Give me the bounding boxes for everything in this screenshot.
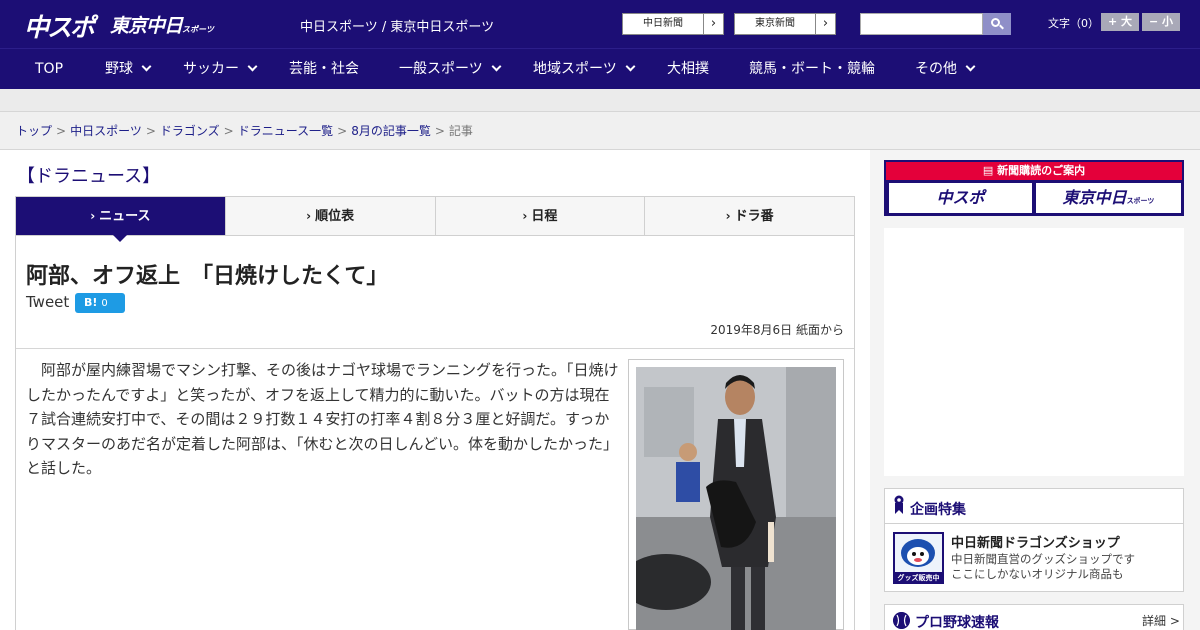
subscribe-tokyo-chunichi-sub: スポーツ	[1126, 197, 1155, 205]
ribbon-icon	[894, 495, 904, 514]
chevron-down-icon	[965, 61, 976, 72]
nav-label: TOP	[35, 61, 64, 77]
chevron-right-icon: ›	[703, 14, 723, 34]
nav-item-racing[interactable]: 競馬・ボート・競輪	[749, 49, 875, 90]
tab-news[interactable]: › ニュース	[16, 197, 226, 242]
advertisement-slot	[884, 228, 1184, 476]
nav-item-general-sports[interactable]: 一般スポーツ	[399, 49, 502, 90]
tab-label: ニュース	[99, 209, 151, 224]
sub-nav-band	[0, 89, 1200, 112]
tokyo-shimbun-link[interactable]: 東京新聞 ›	[734, 13, 836, 35]
nav-label: その他	[915, 61, 957, 77]
chevron-right-icon: ›	[522, 209, 528, 223]
chevron-right-icon: ›	[725, 209, 731, 223]
chevron-right-icon: ›	[815, 14, 835, 34]
tokyo-chunichi-logo[interactable]: 東京中日スポーツ	[110, 11, 214, 38]
breadcrumb: トップ > 中日スポーツ > ドラゴンズ > ドラニュース一覧 >8月の記事一覧 > 記事	[16, 122, 473, 139]
breadcrumb-separator: >	[56, 124, 67, 138]
chevron-down-icon	[625, 61, 636, 72]
tokyo-chunichi-logo-sub: スポーツ	[182, 25, 214, 34]
tab-standings[interactable]: › 順位表	[226, 197, 436, 235]
breadcrumb-separator: >	[434, 124, 445, 138]
main-nav: TOP 野球 サッカー 芸能・社会 一般スポーツ 地域スポーツ 大相撲 競馬・ボ…	[0, 48, 1200, 89]
shop-desc-line: ここにしかないオリジナル商品も	[951, 567, 1124, 581]
nav-label: サッカー	[183, 61, 239, 77]
subscription-banner-label: 新聞購読のご案内	[997, 164, 1086, 177]
article-dateline: 2019年8月6日 紙面から	[710, 323, 844, 337]
shop-thumb-label: グッズ販売中	[898, 573, 940, 582]
nav-label: 一般スポーツ	[399, 61, 483, 77]
newspaper-icon: ▤	[982, 164, 998, 177]
breadcrumb-separator: >	[145, 124, 156, 138]
nav-label: 野球	[105, 61, 133, 77]
nav-label: 芸能・社会	[289, 61, 359, 77]
tokyo-shimbun-label: 東京新聞	[755, 18, 795, 29]
breadcrumb-link[interactable]: 中日スポーツ	[70, 124, 142, 138]
nav-label: 大相撲	[667, 61, 709, 77]
tab-beat-reporter[interactable]: › ドラ番	[645, 197, 854, 235]
nav-item-sumo[interactable]: 大相撲	[667, 49, 709, 90]
site-name: 中日スポーツ / 東京中日スポーツ	[300, 20, 495, 35]
dragons-mascot-icon: グッズ販売中	[895, 534, 942, 582]
shop-desc-line: 中日新聞直営のグッズショップです	[951, 552, 1135, 566]
hatena-icon: B!	[84, 296, 98, 309]
player-photo-illustration	[636, 367, 836, 630]
nav-item-local-sports[interactable]: 地域スポーツ	[533, 49, 636, 90]
nav-label: 地域スポーツ	[533, 61, 617, 77]
nav-item-baseball[interactable]: 野球	[105, 49, 152, 90]
nav-item-other[interactable]: その他	[915, 49, 976, 90]
live-score-title: プロ野球速報	[915, 615, 999, 630]
subscription-banner-title: ▤ 新聞購読のご案内	[886, 162, 1182, 180]
dragons-shop-link[interactable]: 中日新聞ドラゴンズショップ	[951, 532, 1120, 551]
tab-schedule[interactable]: › 日程	[436, 197, 646, 235]
breadcrumb-separator: >	[223, 124, 234, 138]
tab-label: 日程	[531, 209, 558, 224]
breadcrumb-link[interactable]: トップ	[16, 124, 52, 138]
hatena-count: 0	[101, 298, 108, 309]
tab-label: ドラ番	[734, 209, 774, 224]
dragons-shop-thumbnail[interactable]: グッズ販売中	[893, 532, 944, 584]
article-photo[interactable]	[636, 367, 836, 630]
subscribe-tokyo-chunichi-label: 東京中日	[1062, 188, 1127, 207]
breadcrumb-current: 記事	[448, 124, 473, 138]
font-size-label: 文字（0）	[1048, 17, 1099, 30]
search-input[interactable]	[860, 13, 983, 35]
breadcrumb-link[interactable]: 8月の記事一覧	[351, 124, 431, 138]
subscribe-chunichi-sports-button[interactable]: 中スポ	[889, 183, 1032, 213]
feature-title: 企画特集	[910, 502, 966, 518]
chunichi-shimbun-link[interactable]: 中日新聞 ›	[622, 13, 724, 35]
breadcrumb-link[interactable]: ドラニュース一覧	[238, 124, 333, 138]
chevron-right-icon: ›	[90, 209, 96, 223]
nav-label: 競馬・ボート・競輪	[749, 61, 875, 77]
nav-item-soccer[interactable]: サッカー	[183, 49, 258, 90]
chevron-right-icon: ›	[306, 209, 312, 223]
nav-item-top[interactable]: TOP	[35, 49, 63, 90]
article-headline: 阿部、オフ返上 「日焼けしたくて」	[26, 264, 389, 289]
baseball-icon	[893, 612, 910, 629]
font-increase-button[interactable]: + 大	[1101, 13, 1139, 31]
live-score-details-link[interactable]: 詳細 >	[1142, 612, 1180, 629]
breadcrumb-separator: >	[337, 124, 348, 138]
hatena-bookmark-button[interactable]: B! 0	[75, 293, 125, 313]
section-heading: 【ドラニュース】	[17, 166, 161, 187]
tweet-button[interactable]: Tweet	[26, 293, 69, 311]
section-tabs: › ニュース › 順位表 › 日程 › ドラ番	[15, 196, 855, 242]
chevron-down-icon	[491, 61, 502, 72]
article-divider	[16, 348, 854, 349]
nav-item-entertainment[interactable]: 芸能・社会	[289, 49, 359, 90]
chevron-down-icon	[247, 61, 258, 72]
font-decrease-button[interactable]: − 小	[1142, 13, 1180, 31]
chunichi-shimbun-label: 中日新聞	[643, 18, 683, 29]
tab-label: 順位表	[315, 209, 355, 224]
article-body: 阿部が屋内練習場でマシン打撃、その後はナゴヤ球場でランニングを行った。「日焼けし…	[26, 361, 619, 477]
chevron-down-icon	[141, 61, 152, 72]
subscribe-tokyo-chunichi-button[interactable]: 東京中日スポーツ	[1036, 183, 1181, 213]
tokyo-chunichi-logo-text: 東京中日	[110, 15, 183, 37]
breadcrumb-link[interactable]: ドラゴンズ	[160, 124, 220, 138]
search-button[interactable]	[983, 13, 1011, 35]
dragons-shop-description: 中日新聞直営のグッズショップです ここにしかないオリジナル商品も	[951, 552, 1181, 582]
chunichi-sports-logo[interactable]: 中スポ	[24, 8, 95, 44]
